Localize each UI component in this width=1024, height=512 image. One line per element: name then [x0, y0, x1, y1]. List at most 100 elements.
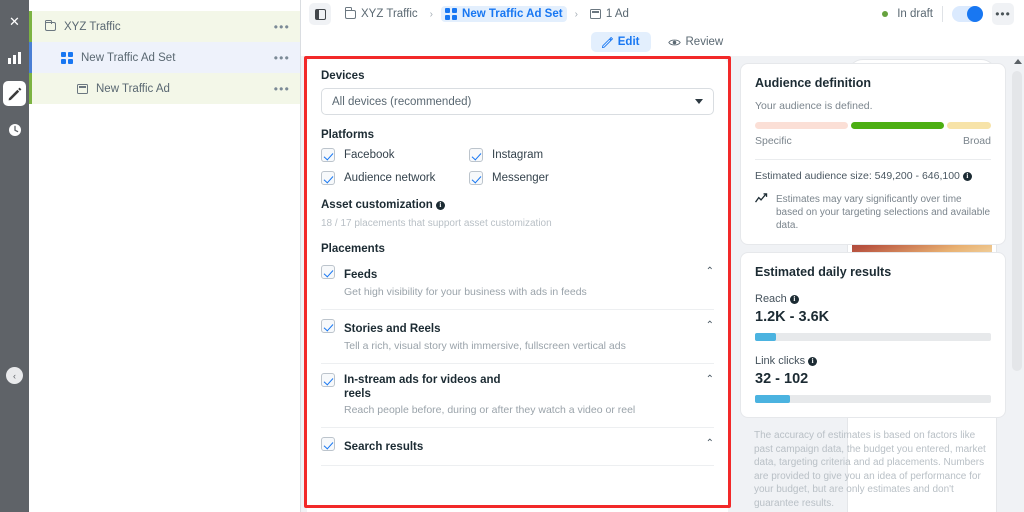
meter-label-broad: Broad — [962, 135, 991, 147]
breadcrumb-item-ad[interactable]: 1 Ad — [586, 6, 633, 22]
chevron-up-icon[interactable]: ⌃ — [706, 374, 714, 385]
platform-label: Messenger — [492, 172, 549, 184]
metric-link-clicks-bar — [755, 395, 991, 403]
metric-name-text: Link clicks — [755, 355, 806, 367]
platforms-label: Platforms — [321, 129, 375, 141]
audience-size-value: 549,200 - 646,100 — [874, 170, 960, 182]
checkbox-icon[interactable] — [321, 265, 335, 279]
sidebar-item-label: New Traffic Ad — [96, 82, 170, 95]
metric-reach-label: Reach i — [755, 293, 991, 305]
checkbox-icon[interactable] — [321, 319, 335, 333]
meter-label-specific: Specific — [755, 135, 792, 147]
more-options-button[interactable]: ••• — [992, 3, 1014, 25]
devices-select[interactable]: All devices (recommended) — [321, 88, 714, 115]
info-icon[interactable]: i — [789, 294, 799, 304]
platform-checkbox-audience-network[interactable]: Audience network — [321, 171, 469, 185]
tab-label: Edit — [617, 36, 640, 48]
placement-name: In-stream ads for videos and reels — [344, 374, 501, 400]
adset-accent-bar — [29, 42, 32, 73]
campaign-row-menu-button[interactable]: ••• — [274, 21, 290, 33]
sidebar-item-ad[interactable]: New Traffic Ad ••• — [29, 73, 300, 104]
bar-fill — [755, 333, 777, 341]
meter-segment-broad — [947, 122, 991, 129]
grid-icon — [445, 8, 458, 20]
chart-icon-button[interactable] — [0, 44, 29, 72]
checkbox-icon[interactable] — [321, 373, 335, 387]
scrollbar-thumb[interactable] — [1012, 71, 1022, 371]
asset-customization-label: Asset customization — [321, 199, 433, 211]
tab-review[interactable]: Review — [657, 32, 735, 52]
placement-body: Stories and Reels Tell a rich, visual st… — [344, 319, 697, 353]
ad-row-menu-button[interactable]: ••• — [274, 83, 290, 95]
left-icon-rail: ✕ ‹ — [0, 0, 29, 512]
platform-label: Instagram — [492, 149, 544, 161]
pencil-icon-button[interactable] — [0, 80, 29, 108]
clock-icon-button[interactable] — [0, 116, 29, 144]
meter-segment-specific — [755, 122, 848, 129]
chevron-up-icon[interactable]: ⌃ — [706, 438, 714, 449]
sidebar-item-adset[interactable]: New Traffic Ad Set ••• — [29, 42, 300, 73]
adset-row-menu-button[interactable]: ••• — [274, 52, 290, 64]
vertical-scrollbar[interactable] — [1010, 56, 1024, 512]
platform-checkbox-facebook[interactable]: Facebook — [321, 148, 469, 162]
estimates-panel: Audience definition Your audience is def… — [740, 56, 1006, 512]
toggle-sidebar-button[interactable] — [309, 3, 331, 25]
tab-edit[interactable]: Edit — [590, 32, 651, 52]
close-icon-button[interactable]: ✕ — [0, 8, 29, 36]
meter-segment-defined — [851, 122, 944, 129]
placement-item-feeds[interactable]: Feeds Get high visibility for your busin… — [321, 263, 714, 310]
placements-label: Placements — [321, 243, 385, 255]
ad-icon — [589, 9, 601, 19]
breadcrumb-label: 1 Ad — [605, 8, 629, 20]
chevron-down-icon — [695, 99, 703, 104]
chevron-up-icon[interactable]: ⌃ — [706, 266, 714, 277]
platform-checkbox-instagram[interactable]: Instagram — [469, 148, 617, 162]
status-area: In draft ••• — [882, 3, 1014, 25]
info-icon[interactable]: i — [808, 356, 818, 366]
meter-labels: Specific Broad — [755, 135, 991, 147]
audience-definition-subtitle: Your audience is defined. — [755, 100, 873, 112]
platform-checkbox-messenger[interactable]: Messenger — [469, 171, 617, 185]
main-column: XYZ Traffic › New Traffic Ad Set › 1 Ad … — [301, 0, 1024, 512]
placement-description: Tell a rich, visual story with immersive… — [344, 340, 626, 352]
placement-name: Search results — [344, 441, 424, 453]
sidebar-item-campaign[interactable]: XYZ Traffic ••• — [29, 11, 300, 42]
checkbox-icon[interactable] — [321, 437, 335, 451]
info-icon[interactable]: i — [962, 171, 972, 181]
platform-label: Audience network — [344, 172, 436, 184]
sidebar-item-label: XYZ Traffic — [64, 20, 121, 33]
chevron-left-icon: ‹ — [13, 370, 16, 381]
content-area: Devices All devices (recommended) Platfo… — [301, 56, 1024, 512]
close-icon: ✕ — [9, 14, 20, 29]
divider — [942, 6, 943, 22]
breadcrumb-item-campaign[interactable]: XYZ Traffic — [341, 6, 422, 22]
placement-description: Reach people before, during or after the… — [344, 404, 636, 416]
activate-toggle[interactable] — [952, 6, 983, 22]
estimated-results-title: Estimated daily results — [755, 265, 892, 279]
estimated-daily-results-card: Estimated daily results Reach i 1.2K - 3.… — [740, 252, 1006, 418]
placement-item-search-results[interactable]: Search results ⌃ — [321, 428, 714, 466]
asset-customization-section: Asset customization i — [321, 199, 714, 211]
breadcrumb-item-adset[interactable]: New Traffic Ad Set — [441, 6, 567, 22]
clock-icon — [8, 123, 22, 137]
chevron-up-icon[interactable]: ⌃ — [706, 320, 714, 331]
placements-editor-card: Devices All devices (recommended) Platfo… — [307, 58, 728, 512]
pencil-icon — [8, 87, 22, 101]
ad-accent-bar — [29, 73, 32, 104]
scroll-up-arrow-icon[interactable] — [1014, 59, 1022, 64]
placement-item-stories-and-reels[interactable]: Stories and Reels Tell a rich, visual st… — [321, 310, 714, 364]
checkbox-icon — [469, 171, 483, 185]
collapse-panel-button[interactable]: ‹ — [6, 367, 23, 384]
note-text: Estimates may vary significantly over ti… — [776, 194, 991, 231]
folder-icon — [44, 19, 56, 31]
platform-label: Facebook — [344, 149, 395, 161]
asset-customization-hint: 18 / 17 placements that support asset cu… — [321, 218, 552, 229]
placement-item-in-stream-ads[interactable]: In-stream ads for videos and reels Reach… — [321, 364, 714, 428]
status-badge: In draft — [897, 8, 933, 20]
info-icon[interactable]: i — [435, 200, 445, 210]
metric-name-text: Reach — [755, 293, 787, 305]
audience-definition-card: Audience definition Your audience is def… — [740, 63, 1006, 245]
placement-name: Stories and Reels — [344, 323, 441, 335]
trend-icon — [755, 193, 769, 232]
breadcrumb: XYZ Traffic › New Traffic Ad Set › 1 Ad — [341, 6, 633, 22]
